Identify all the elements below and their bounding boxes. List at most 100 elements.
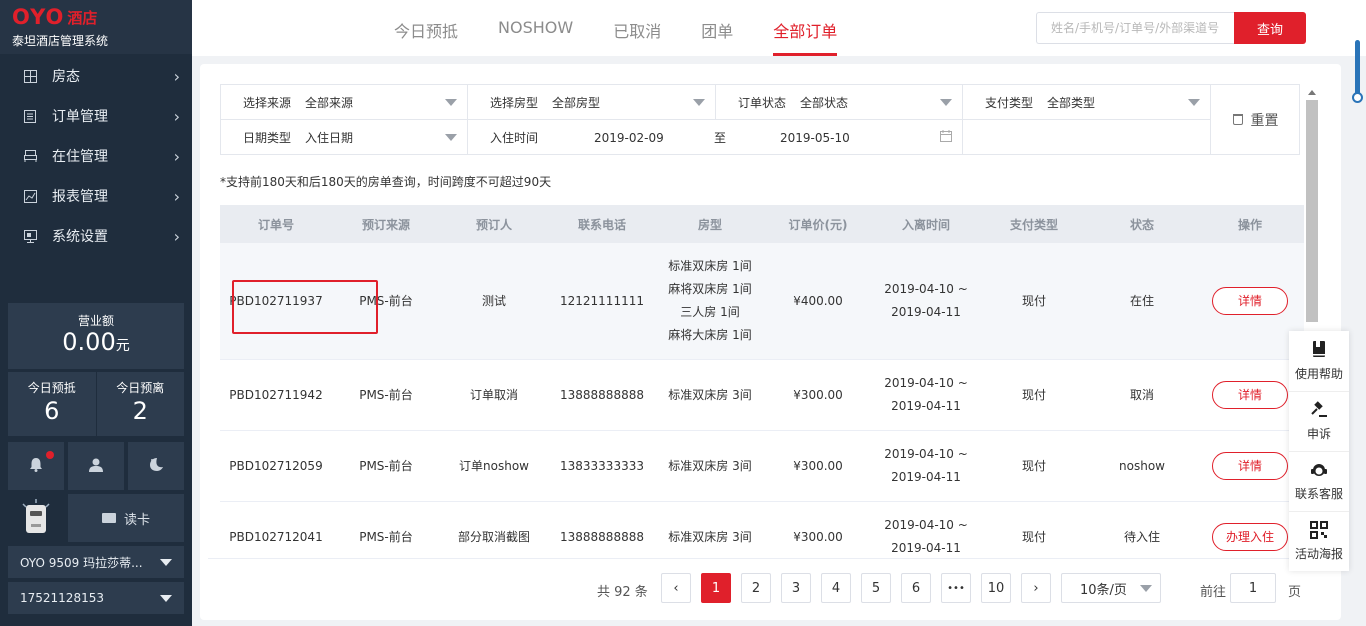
reset-button[interactable]: 重置 — [1211, 85, 1300, 154]
search-button[interactable]: 查询 — [1234, 12, 1306, 44]
next-page-button[interactable]: › — [1021, 573, 1051, 603]
sidebar-item-in-house[interactable]: 在住管理 › — [0, 136, 192, 176]
window-scrollbar-knob[interactable] — [1352, 92, 1363, 103]
date-type-filter[interactable]: 日期类型 入住日期 — [221, 120, 468, 155]
order-price: ¥300.00 — [793, 458, 843, 473]
page-button[interactable]: 10 — [981, 573, 1011, 603]
sidebar-item-room-status[interactable]: 房态 › — [0, 56, 192, 96]
goto-page-input[interactable] — [1230, 573, 1276, 603]
brand: OYO 酒店 泰坦酒店管理系统 — [0, 0, 192, 54]
checkout-date: 2019-04-11 — [891, 541, 961, 555]
pay-type-filter[interactable]: 支付类型 全部类型 — [963, 85, 1211, 120]
sidebar-item-settings[interactable]: 系统设置 › — [0, 216, 192, 256]
source-filter[interactable]: 选择来源 全部来源 — [221, 85, 468, 120]
table-row[interactable]: PBD102711942 PMS-前台 订单取消 13888888888 标准双… — [220, 360, 1304, 431]
chevron-right-icon: › — [173, 106, 180, 126]
date-from[interactable]: 2019-02-09 — [594, 131, 714, 145]
tab-today-arrivals[interactable]: 今日预抵 — [394, 0, 458, 56]
page-button[interactable]: 2 — [741, 573, 771, 603]
hotel-select[interactable]: OYO 9509 玛拉莎蒂... — [8, 546, 184, 578]
col-price: 订单价(元) — [788, 217, 848, 232]
chevron-right-icon: › — [173, 226, 180, 246]
bed-icon — [22, 150, 38, 162]
tab-group[interactable]: 团单 — [701, 0, 733, 56]
col-phone: 联系电话 — [577, 217, 626, 232]
order-status-filter[interactable]: 订单状态 全部状态 — [716, 85, 963, 120]
night-audit-button[interactable] — [128, 442, 184, 490]
room-type-filter[interactable]: 选择房型 全部房型 — [468, 85, 716, 120]
tab-all-orders[interactable]: 全部订单 — [773, 0, 838, 56]
scrollbar-thumb[interactable] — [1306, 100, 1318, 322]
page-button[interactable]: 5 — [861, 573, 891, 603]
order-source: PMS-前台 — [359, 529, 413, 544]
order-dates: 2019-04-10 ~ 2019-04-11 — [872, 278, 980, 324]
filter-label: 订单状态 — [738, 95, 787, 110]
order-number[interactable]: PBD102712059 — [220, 455, 332, 478]
revenue-unit: 元 — [115, 338, 130, 354]
order-number[interactable]: PBD102711942 — [220, 384, 332, 407]
col-room-type: 房型 — [697, 217, 722, 232]
revenue-label: 营业额 — [77, 314, 114, 328]
table-row[interactable]: PBD102712041 PMS-前台 部分取消截图 13888888888 标… — [220, 502, 1304, 555]
order-rooms: 标准双床房 3间 — [656, 455, 764, 478]
moon-icon — [148, 457, 164, 475]
stat-label: 今日预离 — [116, 381, 165, 395]
tab-noshow[interactable]: NOSHOW — [498, 0, 573, 56]
chevron-right-icon: › — [173, 186, 180, 206]
search-input[interactable] — [1036, 12, 1234, 44]
order-phone: 13833333333 — [560, 458, 644, 473]
col-booker: 预订人 — [475, 217, 512, 232]
help-button[interactable]: 使用帮助 — [1289, 331, 1349, 391]
tab-cancelled[interactable]: 已取消 — [613, 0, 661, 56]
page-size-select[interactable]: 10条/页 — [1061, 573, 1161, 603]
check-in-button[interactable]: 办理入住 — [1212, 523, 1288, 551]
details-button[interactable]: 详情 — [1212, 381, 1288, 409]
pagination: 共 92 条 ‹ 1 2 3 4 5 6 ••• 10 › 10条/页 前往 页 — [208, 558, 1308, 618]
account-select[interactable]: 17521128153 — [8, 582, 184, 614]
appeal-button[interactable]: 申诉 — [1289, 391, 1349, 451]
order-number[interactable]: PBD102712041 — [220, 526, 332, 549]
orders-panel: 选择来源 全部来源 选择房型 全部房型 订单状态 全部状态 支付类型 全部类型 … — [200, 64, 1341, 620]
quick-actions — [8, 442, 184, 490]
caret-down-icon — [160, 594, 172, 602]
checkin-date-range[interactable]: 入住时间 2019-02-09 至 2019-05-10 — [468, 120, 963, 155]
page-button[interactable]: 3 — [781, 573, 811, 603]
order-rooms: 标准双床房 3间 — [656, 384, 764, 407]
reset-label: 重置 — [1250, 112, 1279, 129]
stat-departures[interactable]: 今日预离 2 — [95, 372, 185, 436]
stat-arrivals[interactable]: 今日预抵 6 — [8, 372, 96, 436]
sidebar-item-reports[interactable]: 报表管理 › — [0, 176, 192, 216]
caret-down-icon — [445, 98, 457, 106]
date-to[interactable]: 2019-05-10 — [780, 131, 940, 145]
filter-label: 选择房型 — [490, 95, 539, 110]
window-scrollbar-thumb[interactable] — [1355, 40, 1360, 96]
oyo-logo: OYO — [12, 5, 65, 29]
help-label: 使用帮助 — [1294, 366, 1343, 381]
sidebar-item-orders[interactable]: 订单管理 › — [0, 96, 192, 136]
filter-value: 全部状态 — [800, 95, 849, 110]
page-button[interactable]: 4 — [821, 573, 851, 603]
contact-support-label: 联系客服 — [1294, 487, 1343, 501]
contact-support-button[interactable]: 联系客服 — [1289, 451, 1349, 511]
page-button[interactable]: 1 — [701, 573, 731, 603]
details-button[interactable]: 详情 — [1212, 452, 1288, 480]
window-scrollbar[interactable] — [1351, 40, 1363, 106]
page-ellipsis-button[interactable]: ••• — [941, 573, 971, 603]
order-source: PMS-前台 — [359, 458, 413, 473]
page-size-value: 10条/页 — [1080, 582, 1127, 598]
order-actions: 详情 — [1196, 287, 1304, 315]
read-card-button[interactable]: 读卡 — [68, 494, 184, 542]
order-number[interactable]: PBD102711937 — [220, 290, 332, 313]
list-icon — [22, 109, 38, 123]
details-button[interactable]: 详情 — [1212, 287, 1288, 315]
prev-page-button[interactable]: ‹ — [661, 573, 691, 603]
page-button[interactable]: 6 — [901, 573, 931, 603]
guest-button[interactable] — [68, 442, 124, 490]
chevron-right-icon: › — [1033, 580, 1039, 596]
notification-button[interactable] — [8, 442, 64, 490]
col-source: 预订来源 — [361, 217, 410, 232]
table-row[interactable]: PBD102712059 PMS-前台 订单noshow 13833333333… — [220, 431, 1304, 502]
scroll-up-icon[interactable] — [1308, 90, 1316, 95]
event-poster-button[interactable]: 活动海报 — [1289, 511, 1349, 571]
table-row[interactable]: PBD102711937 PMS-前台 测试 12121111111 标准双床房… — [220, 243, 1304, 360]
